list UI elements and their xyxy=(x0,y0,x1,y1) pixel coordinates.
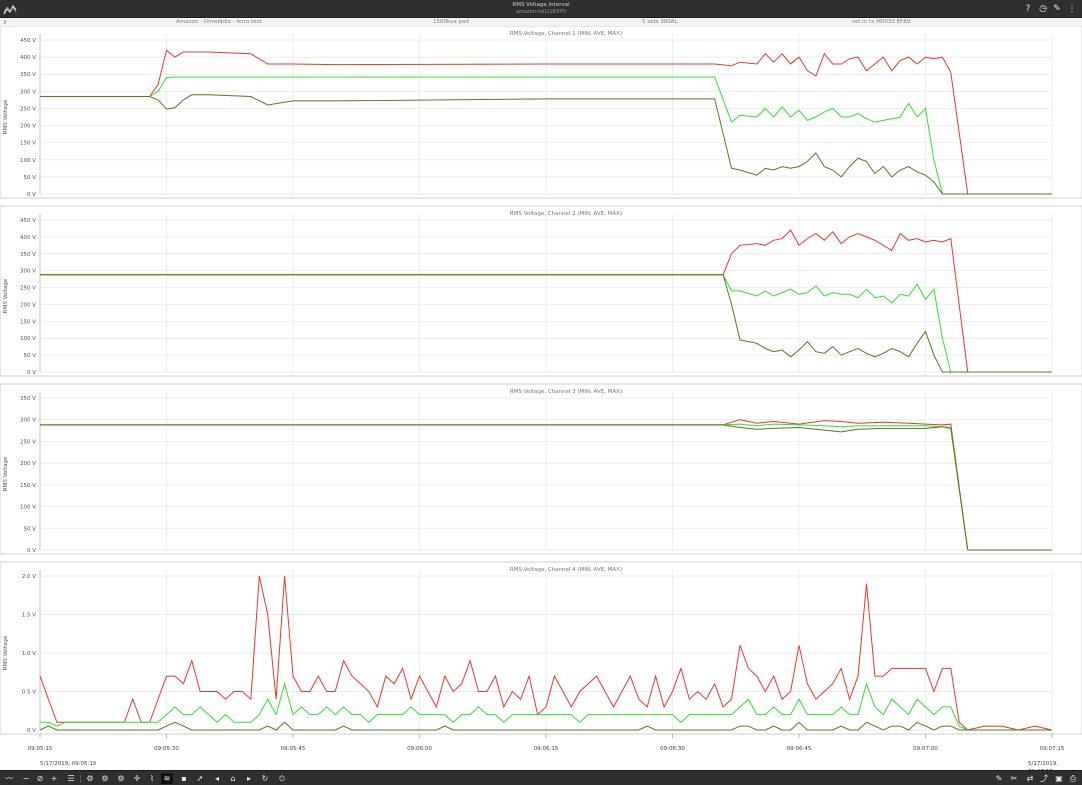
y-tick-label: 50 V xyxy=(23,175,36,181)
y-tick-label: 350 V xyxy=(20,72,36,78)
y-tick-label: 300 V xyxy=(20,269,36,275)
share-icon[interactable]: ⤴ xyxy=(1038,773,1050,784)
y-tick-label: 50 V xyxy=(23,526,36,532)
y-tick-label: 150 V xyxy=(20,141,36,147)
x-tick-label: 09:05:15 xyxy=(28,746,53,752)
chart-title: RMS Voltage, Channel 3 (MIN, AVE, MAX) xyxy=(510,389,622,395)
menu-icon[interactable]: ⋮ xyxy=(1066,3,1078,15)
y-tick-label: 100 V xyxy=(20,158,36,164)
pin-icon[interactable]: ✎ xyxy=(1051,3,1063,15)
y-tick-label: 100 V xyxy=(20,336,36,342)
header-info-strip: Amazon - Dinwiddie - ferro test 1500kva … xyxy=(0,18,1082,26)
chart-area: 0 V 50 V 100 V 150 V 200 V 250 V 300 V 350 V 400… xyxy=(0,26,1082,770)
save-icon[interactable]: ▣ xyxy=(1053,773,1065,784)
y-axis-label: RMS Voltage xyxy=(3,456,9,491)
charts-svg: 0 V 50 V 100 V 150 V 200 V 250 V 300 V 350 V 400… xyxy=(0,26,1082,752)
y-tick-label: 400 V xyxy=(20,55,36,61)
y-tick-label: 0 V xyxy=(27,370,36,376)
start-date-label: 5/17/2019, 09:05:15 xyxy=(40,761,97,767)
waveform-icon[interactable]: ≋ xyxy=(161,773,173,784)
chart-panel-2 xyxy=(0,205,1082,377)
y-tick-label: 1.5 V xyxy=(22,613,36,619)
y-axis-label: RMS Voltage xyxy=(3,278,9,313)
y-tick-label: 250 V xyxy=(20,439,36,445)
crosshair-icon[interactable]: ✛ xyxy=(131,773,143,784)
y-tick-label: 150 V xyxy=(20,483,36,489)
compare-icon[interactable]: ⇄ xyxy=(1024,773,1036,784)
y-tick-label: 0.5 V xyxy=(22,690,36,696)
y-tick-label: 1.0 V xyxy=(22,651,36,657)
chart-title: RMS Voltage, Channel 4 (MIN, AVE, MAX) xyxy=(510,567,622,573)
y-tick-label: 200 V xyxy=(20,461,36,467)
x-tick-label: 09:06:45 xyxy=(787,746,812,752)
comment-icon[interactable]: ▪ xyxy=(178,773,190,784)
y-tick-label: 50 V xyxy=(23,353,36,359)
y-tick-label: 450 V xyxy=(20,38,36,44)
chart-title: RMS Voltage, Channel 1 (MIN, AVE, MAX) xyxy=(510,31,622,37)
forward-icon[interactable]: ▸ xyxy=(243,773,255,784)
zoom-in-icon[interactable]: + xyxy=(48,773,60,784)
bottom-toolbar: 〰 − ⊘ + ☰ ⚙ ⚙ ⚙ ✛ ⌇ ≋ ▪ ➚ ◂ ⌂ ▸ ↻ ⏲ ✎ ✂ … xyxy=(0,770,1082,785)
line-chart-icon[interactable]: ⌇ xyxy=(146,773,158,784)
history-icon[interactable]: ◷ xyxy=(1037,3,1049,15)
x-tick-label: 09:06:15 xyxy=(534,746,559,752)
header-field-site: Amazon - Dinwiddie - ferro test xyxy=(176,19,262,25)
help-icon[interactable]: ? xyxy=(1022,3,1034,15)
zoom-out-icon[interactable]: − xyxy=(20,773,32,784)
y-tick-label: 2.0 V xyxy=(22,574,36,580)
chart-title: RMS Voltage, Channel 2 (MIN, AVE, MAX) xyxy=(510,211,622,217)
y-tick-label: 350 V xyxy=(20,252,36,258)
timer-icon[interactable]: ⏲ xyxy=(276,773,288,784)
chart-panel-4 xyxy=(0,561,1082,735)
x-tick-label: 09:05:45 xyxy=(281,746,306,752)
list-icon[interactable]: ☰ xyxy=(65,773,77,784)
y-tick-label: 200 V xyxy=(20,302,36,308)
home-icon[interactable]: ⌂ xyxy=(227,773,239,784)
zoom-reset-icon[interactable]: ⊘ xyxy=(34,773,46,784)
trace-settings-icon[interactable]: ⚙ xyxy=(99,773,111,784)
refresh-icon[interactable]: ↻ xyxy=(259,773,271,784)
add-trace-icon[interactable]: ⚙ xyxy=(84,773,96,784)
title-bar: RMS Voltage Interval amazon-rol1(1837f) … xyxy=(0,0,1082,18)
y-tick-label: 0 V xyxy=(27,548,36,554)
y-tick-label: 350 V xyxy=(20,396,36,402)
y-tick-label: 300 V xyxy=(20,418,36,424)
overlay-icon[interactable]: ⚙ xyxy=(115,773,127,784)
chart-panel-1 xyxy=(0,26,1082,199)
print-icon[interactable]: ⎙ xyxy=(1067,773,1079,784)
y-tick-label: 0 V xyxy=(27,192,36,198)
chart-mode-icon[interactable]: 〰 xyxy=(3,773,15,784)
window-title: RMS Voltage Interval xyxy=(512,2,570,8)
y-axis-label: RMS Voltage xyxy=(3,99,9,134)
pointer-icon[interactable]: ➚ xyxy=(194,773,206,784)
x-tick-label: 09:07:15 xyxy=(1040,746,1065,752)
header-field-pad: 1500kva pad xyxy=(433,19,469,25)
y-tick-label: 200 V xyxy=(20,124,36,130)
x-tick-label: 09:06:00 xyxy=(407,746,432,752)
y-tick-label: 100 V xyxy=(20,505,36,511)
window-subtitle: amazon-rol1(1837f) xyxy=(516,9,566,15)
cut-icon[interactable]: ✂ xyxy=(1008,773,1020,784)
y-tick-label: 250 V xyxy=(20,106,36,112)
y-tick-label: 450 V xyxy=(20,218,36,224)
header-field-tx: set in tx M0033 EF89 xyxy=(852,19,911,25)
x-tick-label: 09:06:30 xyxy=(660,746,685,752)
y-tick-label: 250 V xyxy=(20,286,36,292)
edit-icon[interactable]: ✎ xyxy=(993,773,1005,784)
y-axis-label: RMS Voltage xyxy=(3,635,9,670)
x-tick-label: 09:05:30 xyxy=(154,746,179,752)
y-tick-label: 400 V xyxy=(20,235,36,241)
y-tick-label: 300 V xyxy=(20,89,36,95)
back-icon[interactable]: ◂ xyxy=(211,773,223,784)
expand-chevron-icon[interactable]: › xyxy=(3,18,13,28)
y-tick-label: 150 V xyxy=(20,319,36,325)
x-tick-label: 09:07:00 xyxy=(913,746,938,752)
y-tick-label: 0 V xyxy=(27,728,36,734)
header-field-sets: 5 sets 300AL xyxy=(642,19,678,25)
